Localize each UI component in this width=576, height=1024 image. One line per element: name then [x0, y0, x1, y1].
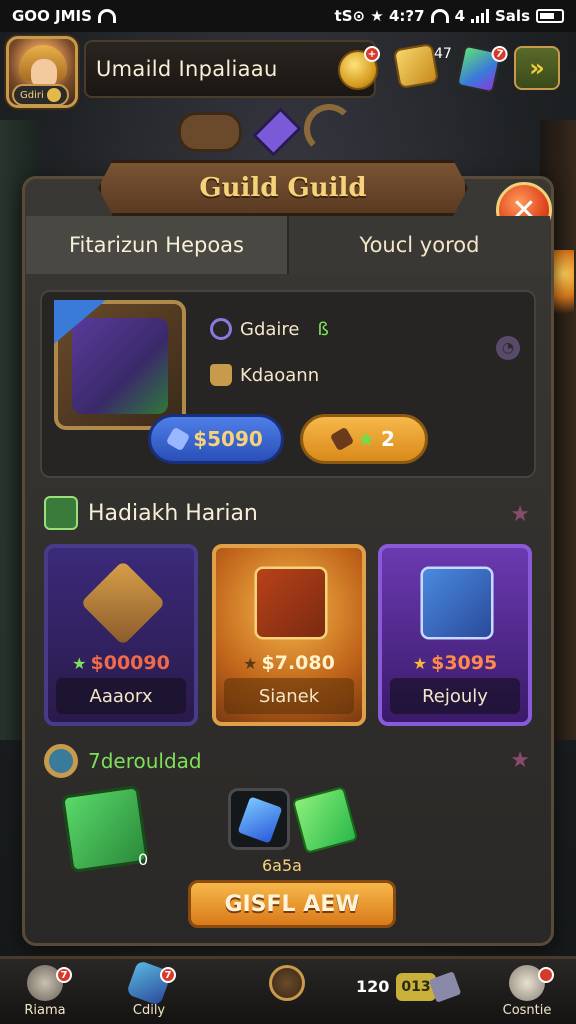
ring-icon — [44, 744, 78, 778]
shield-chest-icon — [254, 566, 328, 640]
nav-count-chip[interactable]: 013 — [396, 973, 436, 1001]
panel-title-banner: Guild Guild — [98, 160, 468, 216]
notification-badge: + — [364, 46, 380, 62]
shop-item-label: Rejouly — [390, 678, 520, 714]
blue-gem-icon — [237, 796, 283, 844]
level-badge: Gdiri — [12, 84, 69, 106]
shop-item-price: ★ $00090 — [48, 652, 194, 674]
nav-item-cosmetic[interactable]: Cosntie — [482, 965, 572, 1024]
reward-chest-icon[interactable] — [60, 784, 150, 874]
green-star-icon: ★ — [357, 427, 375, 451]
currency-count: 47 — [434, 46, 452, 62]
nav-item-center[interactable] — [242, 965, 332, 1024]
rewards-section-header: 7derouldad — [44, 744, 202, 778]
nav-item-daily[interactable]: 7 Cdily — [104, 959, 194, 1024]
shop-item-label: Sianek — [224, 678, 354, 714]
gold-bag-icon[interactable] — [392, 42, 440, 90]
shop-item-price: ★ $3095 — [382, 652, 528, 674]
nav-count: 120 — [356, 977, 390, 996]
nav-label: Cdily — [132, 1003, 166, 1018]
statue-gem — [252, 107, 302, 157]
guild-secondary-label: 2 — [381, 427, 395, 451]
level-coin-icon — [46, 88, 61, 102]
center-medallion-icon — [269, 965, 305, 1001]
price-star-icon: ★ — [243, 654, 258, 673]
player-name-plate[interactable]: Umaild Inpaliaau + — [84, 40, 380, 98]
quill-icon — [329, 426, 355, 452]
shop-title: Hadiakh Harian — [88, 500, 258, 526]
bag-icon — [210, 364, 232, 386]
battery-icon — [536, 9, 564, 23]
arrow-menu-button[interactable]: » — [514, 46, 560, 90]
emblem-crest — [72, 318, 168, 414]
status-right-text: Sals — [495, 7, 530, 25]
statue-eyes — [178, 112, 242, 152]
shop-item-price-value: $7.080 — [261, 652, 335, 674]
guild-info-card: Gdaire ß Kdaoann ◔ $5090 ★ 2 — [40, 290, 536, 478]
crossed-swords-icon — [80, 560, 166, 646]
guild-role-row: Kdaoann — [210, 364, 319, 386]
shop-item-price-value: $3095 — [431, 652, 498, 674]
reward-box-count: 0 — [138, 850, 149, 869]
clock-icon[interactable]: ◔ — [496, 336, 520, 360]
guild-role: Kdaoann — [240, 364, 320, 386]
shop-item-card[interactable]: ★ $00090 Aaaorx — [44, 544, 198, 726]
status-signal-text: 4 — [454, 7, 465, 25]
star-icon: ★ — [510, 502, 530, 527]
guild-primary-button[interactable]: $5090 — [148, 414, 284, 464]
gold-coin-icon[interactable]: + — [338, 46, 380, 90]
star-icon: ★ — [510, 748, 530, 773]
treasure-box-icon — [420, 566, 494, 640]
nav-label: Riama — [24, 1003, 66, 1018]
shop-item-label: Aaaorx — [56, 678, 186, 714]
panel-title: Guild Guild — [199, 173, 367, 203]
top-hud: Umaild Inpaliaau + 47 7 » — [0, 34, 576, 108]
nav-item-home[interactable]: 7 Riama — [0, 965, 90, 1024]
guild-name-suffix: ß — [317, 318, 329, 340]
reward-gem-frame[interactable] — [228, 788, 290, 850]
signal-icon — [471, 9, 489, 23]
status-left-text: GOO JMIS — [12, 7, 92, 25]
guild-name: Gdaire — [240, 318, 300, 340]
gem-icon[interactable]: 7 — [456, 44, 510, 94]
torch-light — [552, 250, 574, 330]
claim-reward-button[interactable]: GISFL AEW — [188, 880, 396, 928]
shop-item-card[interactable]: ★ $3095 Rejouly — [378, 544, 532, 726]
tab-members[interactable]: Fitarizun Hepoas — [26, 216, 289, 274]
guild-secondary-button[interactable]: ★ 2 — [300, 414, 428, 464]
guild-ring-icon — [210, 318, 232, 340]
level-badge-text: Gdiri — [20, 89, 44, 101]
nav-label: Cosntie — [502, 1003, 552, 1018]
nav-badge: 7 — [160, 967, 176, 983]
bottom-navigation: 7 Riama 7 Cdily 120 013 Cosntie — [0, 956, 576, 1024]
system-status-bar: GOO JMIS tS⊙ ★ 4:?7 4 Sals — [0, 0, 576, 32]
guild-name-row: Gdaire ß — [210, 318, 329, 340]
wifi-icon — [97, 9, 116, 23]
tab-world[interactable]: Youcl yorod — [289, 216, 550, 274]
shop-item-card[interactable]: ★ $7.080 Sianek — [212, 544, 366, 726]
nav-badge-dot — [538, 967, 554, 983]
player-name: Umaild Inpaliaau — [96, 57, 278, 81]
wifi-icon-secondary — [430, 9, 449, 23]
shop-section-header: Hadiakh Harian — [44, 496, 258, 530]
feather-icon — [165, 426, 191, 452]
shop-item-price: ★ $7.080 — [216, 652, 362, 674]
price-star-icon: ★ — [72, 654, 87, 673]
panel-tabs: Fitarizun Hepoas Youcl yorod — [26, 216, 550, 274]
statue-horn — [304, 104, 354, 154]
status-center-text: tS⊙ ★ 4:?7 — [334, 7, 425, 25]
nav-badge: 7 — [56, 967, 72, 983]
shop-item-price-value: $00090 — [90, 652, 170, 674]
gem-notification-badge: 7 — [490, 44, 510, 64]
reward-gem-label: 6a5a — [262, 856, 302, 875]
guild-emblem[interactable] — [54, 300, 186, 430]
rewards-title: 7derouldad — [88, 749, 202, 773]
guild-primary-label: $5090 — [193, 427, 263, 451]
price-star-icon: ★ — [412, 654, 428, 673]
document-icon — [44, 496, 78, 530]
